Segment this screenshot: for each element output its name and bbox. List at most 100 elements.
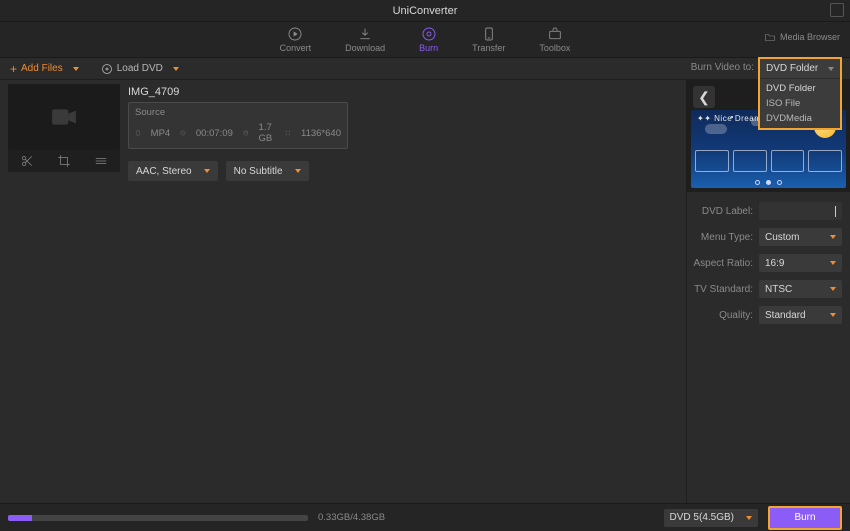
burn-button-label: Burn <box>794 512 815 523</box>
size-progress <box>8 515 308 521</box>
toolbox-icon <box>547 26 563 42</box>
clock-icon <box>180 128 186 138</box>
nav-download[interactable]: Download <box>345 26 385 53</box>
aspect-ratio-value: 16:9 <box>765 258 784 269</box>
disc-select-label: DVD 5(4.5GB) <box>670 512 734 523</box>
file-format: MP4 <box>151 128 171 139</box>
setting-label: TV Standard: <box>687 284 753 295</box>
audio-select-label: AAC, Stereo <box>136 166 192 177</box>
file-list: IMG_4709 Source MP4 00:07:09 1.7 GB 1136… <box>0 80 686 503</box>
setting-quality: Quality: Standard <box>687 306 842 324</box>
subtitle-select[interactable]: No Subtitle <box>226 161 309 181</box>
nav-label: Burn <box>419 43 438 53</box>
bottom-bar: 0.33GB/4.38GB DVD 5(4.5GB) Burn <box>0 503 850 531</box>
setting-menu-type: Menu Type: Custom <box>687 228 842 246</box>
menu-type-select[interactable]: Custom <box>759 228 842 246</box>
quality-value: Standard <box>765 310 806 321</box>
media-browser-button[interactable]: Media Browser <box>764 32 840 42</box>
dvd-label-input[interactable] <box>759 202 842 220</box>
load-dvd-button[interactable]: Load DVD <box>101 63 179 75</box>
app-title: UniConverter <box>393 5 458 17</box>
disc-select[interactable]: DVD 5(4.5GB) <box>664 509 758 527</box>
nav-label: Toolbox <box>539 43 570 53</box>
effects-icon[interactable] <box>94 154 108 168</box>
right-panel: ❮ ✦✦ Nice Dream ✦ <box>686 80 850 503</box>
plus-icon: + <box>10 63 17 75</box>
chevron-down-icon <box>830 235 836 239</box>
audio-select[interactable]: AAC, Stereo <box>128 161 218 181</box>
trim-icon[interactable] <box>20 154 34 168</box>
chevron-down-icon[interactable] <box>173 67 179 71</box>
file-name: IMG_4709 <box>128 86 678 98</box>
setting-label: Menu Type: <box>687 232 753 243</box>
size-text: 0.33GB/4.38GB <box>318 512 385 523</box>
sub-toolbar: + Add Files Load DVD Burn Video to: <box>0 58 850 80</box>
thumb-toolbar <box>8 150 120 172</box>
burn-to-label: Burn Video to: <box>691 62 754 73</box>
crop-icon[interactable] <box>57 154 71 168</box>
dot[interactable] <box>777 180 782 185</box>
nav-label: Download <box>345 43 385 53</box>
convert-icon <box>287 26 303 42</box>
load-dvd-label: Load DVD <box>117 63 163 74</box>
nav-toolbox[interactable]: Toolbox <box>539 26 570 53</box>
chevron-down-icon <box>830 313 836 317</box>
source-box: Source MP4 00:07:09 1.7 GB 1136*640 <box>128 102 348 149</box>
main-area: IMG_4709 Source MP4 00:07:09 1.7 GB 1136… <box>0 80 850 503</box>
burn-to-option[interactable]: DVD Folder <box>760 81 840 96</box>
window-control-icon[interactable] <box>830 3 844 17</box>
menu-type-value: Custom <box>765 232 799 243</box>
setting-label: DVD Label: <box>687 206 753 217</box>
preview-slot <box>808 150 842 172</box>
cloud-graphic <box>705 124 727 134</box>
burn-to-options: DVD Folder ISO File DVDMedia <box>760 79 840 128</box>
burn-to-selected[interactable]: DVD Folder <box>760 59 840 79</box>
burn-to-dropdown[interactable]: DVD Folder DVD Folder ISO File DVDMedia <box>758 57 842 130</box>
nav-burn[interactable]: Burn <box>419 26 438 53</box>
chevron-down-icon <box>295 169 301 173</box>
tv-standard-value: NTSC <box>765 284 792 295</box>
burn-button[interactable]: Burn <box>770 508 840 528</box>
disc-icon <box>101 63 113 75</box>
media-browser-label: Media Browser <box>780 32 840 42</box>
download-icon <box>357 26 373 42</box>
chevron-down-icon <box>830 261 836 265</box>
file-icon <box>135 128 141 138</box>
titlebar: UniConverter <box>0 0 850 22</box>
file-info: IMG_4709 Source MP4 00:07:09 1.7 GB 1136… <box>128 84 678 181</box>
chevron-down-icon <box>828 67 834 71</box>
preview-slot <box>733 150 767 172</box>
chevron-down-icon <box>204 169 210 173</box>
file-resolution: 1136*640 <box>301 128 341 139</box>
quality-select[interactable]: Standard <box>759 306 842 324</box>
burn-to-option[interactable]: DVDMedia <box>760 111 840 126</box>
burn-settings: DVD Label: Menu Type: Custom Aspect Rati… <box>687 192 850 324</box>
preview-slot <box>771 150 805 172</box>
add-files-button[interactable]: + Add Files <box>10 63 79 75</box>
nav-transfer[interactable]: Transfer <box>472 26 505 53</box>
aspect-ratio-select[interactable]: 16:9 <box>759 254 842 272</box>
nav-convert[interactable]: Convert <box>280 26 312 53</box>
folder-icon <box>764 32 776 42</box>
add-files-label: Add Files <box>21 63 63 74</box>
track-selectors: AAC, Stereo No Subtitle <box>128 161 678 181</box>
setting-tv-standard: TV Standard: NTSC <box>687 280 842 298</box>
video-thumbnail[interactable] <box>8 84 120 150</box>
chevron-down-icon[interactable] <box>73 67 79 71</box>
nav-label: Convert <box>280 43 312 53</box>
setting-dvd-label: DVD Label: <box>687 202 842 220</box>
subtitle-select-label: No Subtitle <box>234 166 283 177</box>
top-nav: Convert Download Burn Transfer Toolbox M… <box>0 22 850 58</box>
dot[interactable] <box>755 180 760 185</box>
transfer-icon <box>481 26 497 42</box>
preview-slots <box>695 150 842 172</box>
dot[interactable] <box>766 180 771 185</box>
burn-icon <box>421 26 437 42</box>
burn-button-highlight: Burn <box>768 506 842 530</box>
preview-back-button[interactable]: ❮ <box>693 86 715 108</box>
source-meta: MP4 00:07:09 1.7 GB 1136*640 <box>135 122 341 144</box>
preview-slot <box>695 150 729 172</box>
burn-to-selected-label: DVD Folder <box>766 63 818 74</box>
burn-to-option[interactable]: ISO File <box>760 96 840 111</box>
tv-standard-select[interactable]: NTSC <box>759 280 842 298</box>
